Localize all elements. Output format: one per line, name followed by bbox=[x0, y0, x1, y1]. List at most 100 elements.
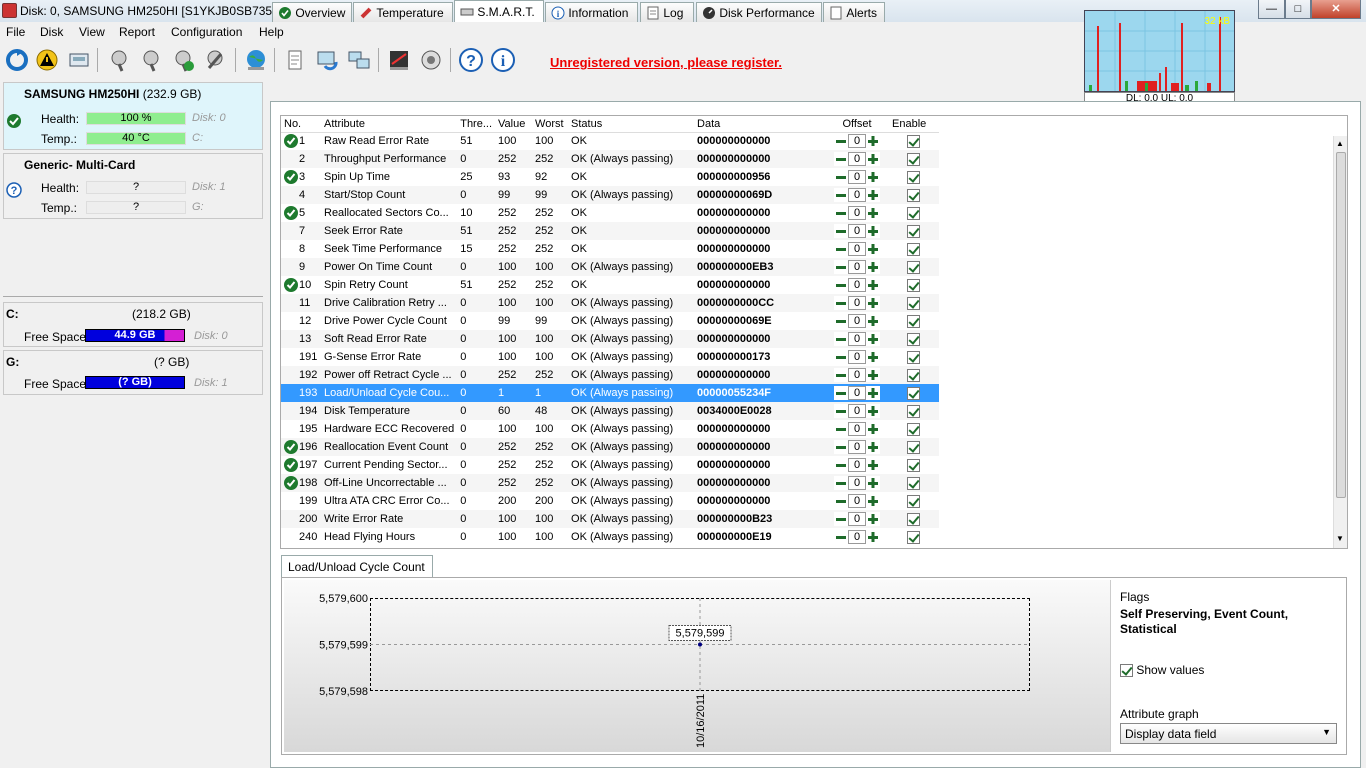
minus-icon[interactable] bbox=[834, 494, 849, 508]
col-value[interactable]: Value bbox=[495, 116, 533, 133]
minus-icon[interactable] bbox=[834, 170, 849, 184]
table-row[interactable]: 195 Hardware ECC Recovered 0 100 100 OK (Alwa… bbox=[281, 420, 939, 438]
menu-report[interactable]: Report bbox=[119, 25, 155, 39]
table-row[interactable]: 196 Reallocation Event Count 0 252 252 OK (Al… bbox=[281, 438, 940, 456]
menu-disk[interactable]: Disk bbox=[40, 25, 63, 39]
enable-checkbox[interactable] bbox=[907, 440, 921, 454]
table-row[interactable]: 1 Raw Read Error Rate 51 100 100 OK 0000000000… bbox=[281, 132, 939, 150]
col-offset[interactable]: Offset bbox=[825, 116, 890, 133]
checkbox-icon[interactable] bbox=[1120, 664, 1133, 678]
tab-log[interactable]: Log bbox=[640, 2, 694, 22]
offset-input[interactable]: 0 bbox=[848, 260, 867, 274]
plus-icon[interactable] bbox=[866, 242, 881, 256]
tab-smart[interactable]: S.M.A.R.T. bbox=[454, 0, 544, 22]
help-icon[interactable]: ? bbox=[458, 47, 484, 73]
offset-input[interactable]: 0 bbox=[848, 494, 867, 508]
disk-icon[interactable] bbox=[66, 47, 92, 73]
enable-checkbox[interactable] bbox=[907, 314, 921, 328]
enable-checkbox[interactable] bbox=[907, 530, 921, 544]
minus-icon[interactable] bbox=[834, 224, 849, 238]
offset-input[interactable]: 0 bbox=[848, 188, 867, 202]
enable-checkbox[interactable] bbox=[907, 206, 921, 220]
disk-card-0[interactable]: SAMSUNG HM250HI (232.9 GB) Health: 100 %… bbox=[3, 82, 263, 150]
table-row[interactable]: 9 Power On Time Count 0 100 100 OK (Always pa… bbox=[281, 258, 940, 276]
table-row[interactable]: 198 Off-Line Uncorrectable ... 0 252 252 OK (… bbox=[281, 474, 940, 492]
plus-icon[interactable] bbox=[866, 494, 881, 508]
plus-icon[interactable] bbox=[866, 332, 881, 346]
table-row[interactable]: 10 Spin Retry Count 51 252 252 OK 000000000000… bbox=[281, 276, 939, 294]
minus-icon[interactable] bbox=[834, 458, 849, 472]
minus-icon[interactable] bbox=[834, 260, 849, 274]
tab-information[interactable]: i Information bbox=[545, 2, 638, 22]
offset-input[interactable]: 0 bbox=[848, 224, 867, 238]
enable-checkbox[interactable] bbox=[907, 350, 921, 364]
enable-checkbox[interactable] bbox=[907, 188, 921, 202]
enable-checkbox[interactable] bbox=[907, 260, 921, 274]
unregistered-link[interactable]: Unregistered version, please register. bbox=[550, 55, 782, 70]
disk-surface-icon[interactable] bbox=[138, 47, 164, 73]
disk-ok-icon[interactable] bbox=[170, 47, 196, 73]
plus-icon[interactable] bbox=[866, 206, 881, 220]
table-row[interactable]: 192 Power off Retract Cycle ... 0 252 252 OK … bbox=[281, 366, 940, 384]
minus-icon[interactable] bbox=[834, 368, 849, 382]
table-row[interactable]: 2 Throughput Performance 0 252 252 OK (Always… bbox=[281, 150, 940, 168]
info-icon[interactable]: i bbox=[490, 47, 516, 73]
col-status[interactable]: Status bbox=[568, 116, 695, 133]
enable-checkbox[interactable] bbox=[907, 422, 921, 436]
enable-checkbox[interactable] bbox=[907, 494, 921, 508]
table-row[interactable]: 3 Spin Up Time 25 93 92 OK 000000000956 0 bbox=[281, 168, 939, 186]
offset-input[interactable]: 0 bbox=[848, 206, 867, 220]
enable-checkbox[interactable] bbox=[907, 332, 921, 346]
enable-checkbox[interactable] bbox=[907, 224, 921, 238]
minus-icon[interactable] bbox=[834, 512, 849, 526]
enable-checkbox[interactable] bbox=[907, 458, 921, 472]
minus-icon[interactable] bbox=[834, 404, 849, 418]
minus-icon[interactable] bbox=[834, 332, 849, 346]
plus-icon[interactable] bbox=[866, 278, 881, 292]
volume-card-c[interactable]: C: (218.2 GB) Free Space 44.9 GB Disk: 0 bbox=[3, 302, 263, 347]
maximize-button[interactable]: □ bbox=[1285, 0, 1311, 19]
table-row[interactable]: 7 Seek Error Rate 51 252 252 OK 000000000000 0 bbox=[281, 222, 940, 240]
offset-input[interactable]: 0 bbox=[848, 440, 867, 454]
col-no[interactable]: No. bbox=[281, 116, 321, 133]
enable-checkbox[interactable] bbox=[907, 170, 921, 184]
warning-icon[interactable] bbox=[34, 47, 60, 73]
table-row[interactable]: 193 Load/Unload Cycle Cou... 0 1 1 OK (Always… bbox=[281, 384, 940, 402]
enable-checkbox[interactable] bbox=[907, 404, 921, 418]
plus-icon[interactable] bbox=[866, 476, 881, 490]
plus-icon[interactable] bbox=[866, 296, 881, 310]
menu-view[interactable]: View bbox=[79, 25, 105, 39]
scroll-up-icon[interactable]: ▲ bbox=[1336, 139, 1344, 148]
minus-icon[interactable] bbox=[834, 350, 849, 364]
col-data[interactable]: Data bbox=[694, 116, 826, 133]
table-row[interactable]: 240 Head Flying Hours 0 100 100 OK (Always pa… bbox=[281, 528, 939, 546]
enable-checkbox[interactable] bbox=[907, 296, 921, 310]
minus-icon[interactable] bbox=[834, 296, 849, 310]
disk-tools-icon[interactable] bbox=[202, 47, 228, 73]
minus-icon[interactable] bbox=[834, 440, 849, 454]
menu-configuration[interactable]: Configuration bbox=[171, 25, 242, 39]
plus-icon[interactable] bbox=[866, 458, 881, 472]
enable-checkbox[interactable] bbox=[907, 386, 921, 400]
table-row[interactable]: 12 Drive Power Cycle Count 0 99 99 OK (Always… bbox=[281, 312, 939, 330]
enable-checkbox[interactable] bbox=[907, 242, 921, 256]
show-values-checkbox[interactable]: Show values bbox=[1120, 663, 1204, 678]
scroll-down-icon[interactable]: ▼ bbox=[1336, 534, 1344, 543]
plus-icon[interactable] bbox=[866, 422, 881, 436]
volume-card-g[interactable]: G: (? GB) Free Space (? GB) Disk: 1 bbox=[3, 350, 263, 395]
plus-icon[interactable] bbox=[866, 512, 881, 526]
offset-input[interactable]: 0 bbox=[848, 278, 867, 292]
table-row[interactable]: 5 Reallocated Sectors Co... 10 252 252 OK 0000… bbox=[281, 204, 939, 222]
enable-checkbox[interactable] bbox=[907, 368, 921, 382]
col-threshold[interactable]: Thre... bbox=[457, 116, 496, 133]
tab-overview[interactable]: Overview bbox=[272, 2, 352, 22]
tab-alerts[interactable]: Alerts bbox=[823, 2, 885, 22]
plus-icon[interactable] bbox=[866, 170, 881, 184]
report-icon[interactable] bbox=[282, 47, 308, 73]
plus-icon[interactable] bbox=[866, 224, 881, 238]
disk-test-icon[interactable] bbox=[106, 47, 132, 73]
table-row[interactable]: 197 Current Pending Sector... 0 252 252 OK (A… bbox=[281, 456, 939, 474]
network-icon[interactable] bbox=[346, 47, 372, 73]
refresh-icon[interactable] bbox=[4, 47, 30, 73]
table-row[interactable]: 199 Ultra ATA CRC Error Co... 0 200 200 OK (A… bbox=[281, 492, 939, 510]
